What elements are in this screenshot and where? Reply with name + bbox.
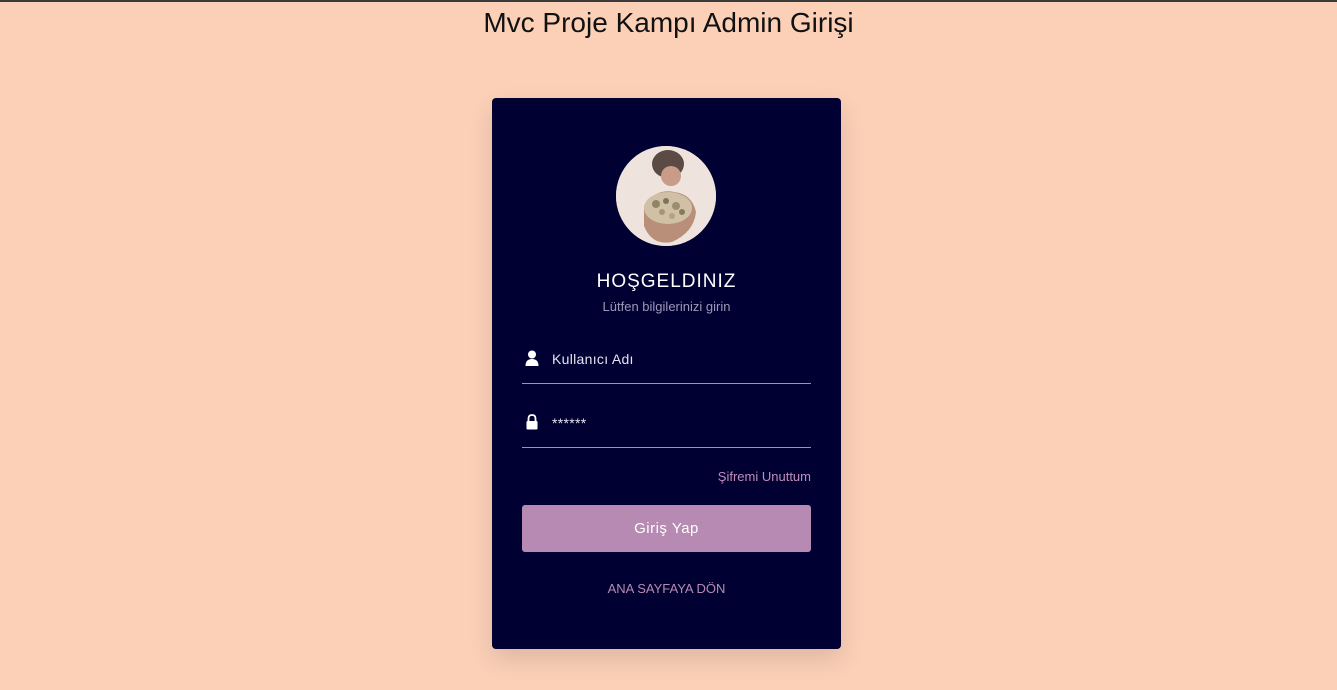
user-icon [525,350,539,366]
lock-icon [525,414,539,430]
back-to-home-link[interactable]: ANA SAYFAYA DÖN [492,580,841,598]
login-card: HOŞGELDINIZ Lütfen bilgilerinizi girin Ş… [492,98,841,649]
login-button[interactable]: Giriş Yap [522,505,811,552]
forgot-password-link[interactable]: Şifremi Unuttum [718,468,811,486]
avatar [616,146,716,246]
password-field [522,403,811,448]
username-field [522,339,811,384]
welcome-subtitle: Lütfen bilgilerinizi girin [602,299,731,314]
page-title: Mvc Proje Kampı Admin Girişi [483,7,854,38]
welcome-heading: HOŞGELDINIZ [596,271,737,292]
avatar-image [616,146,716,246]
password-input[interactable] [552,411,802,435]
username-input[interactable] [552,347,802,371]
